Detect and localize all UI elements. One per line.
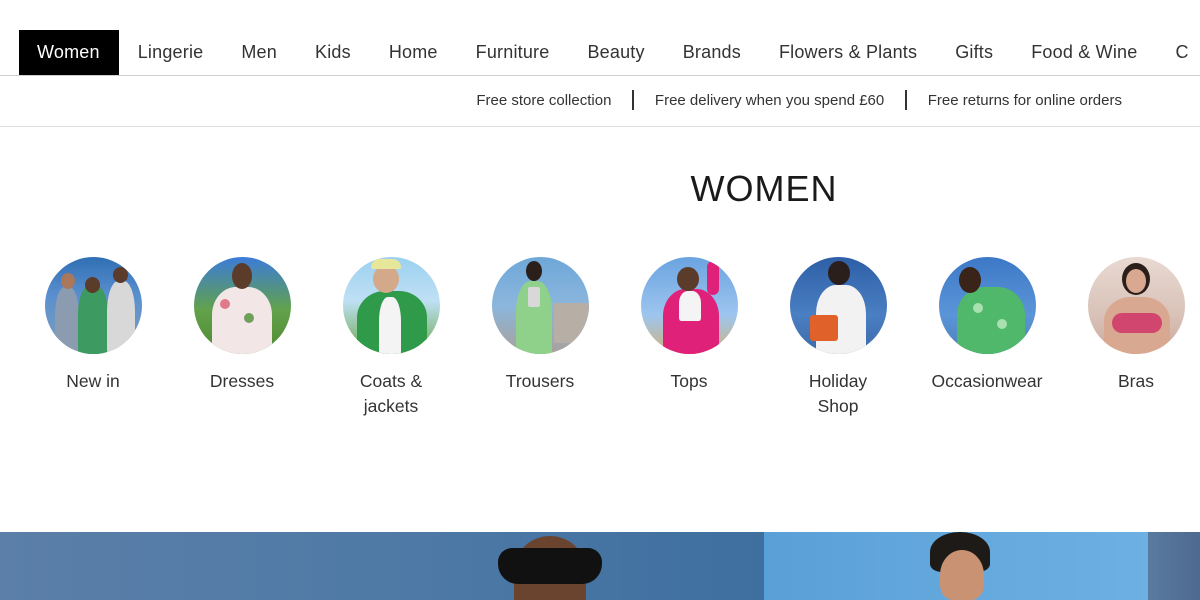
category-tops[interactable]: Tops (619, 257, 759, 394)
nav-item-lingerie[interactable]: Lingerie (119, 30, 223, 75)
category-bras[interactable]: Bras (1066, 257, 1200, 394)
category-label[interactable]: Dresses (172, 369, 312, 394)
nav-item-brands[interactable]: Brands (664, 30, 760, 75)
category-image[interactable] (640, 257, 738, 354)
category-new-in[interactable]: New in (23, 257, 163, 394)
banner-model-image (940, 550, 984, 600)
top-navigation: Women Lingerie Men Kids Home Furniture B… (0, 0, 1200, 76)
promo-strip: Free store collection Free delivery when… (0, 76, 1200, 127)
nav-item-gifts[interactable]: Gifts (936, 30, 1012, 75)
category-image[interactable] (789, 257, 887, 354)
nav-item-women[interactable]: Women (19, 30, 119, 75)
promo-divider (632, 90, 634, 110)
banner-panel-right[interactable] (1148, 532, 1200, 600)
category-label[interactable]: Bras (1066, 369, 1200, 394)
category-dresses[interactable]: Dresses (172, 257, 312, 394)
nav-item-food-wine[interactable]: Food & Wine (1012, 30, 1156, 75)
category-label[interactable]: Occasionwear (917, 369, 1057, 394)
hero-banner[interactable] (0, 532, 1200, 600)
category-image[interactable] (491, 257, 589, 354)
sunglasses-image (498, 548, 602, 584)
category-image[interactable] (44, 257, 142, 354)
nav-item-men[interactable]: Men (222, 30, 296, 75)
category-label[interactable]: Tops (619, 369, 759, 394)
nav-item-beauty[interactable]: Beauty (568, 30, 663, 75)
category-image[interactable] (938, 257, 1036, 354)
category-image[interactable] (1087, 257, 1185, 354)
category-image[interactable] (193, 257, 291, 354)
nav-item-home[interactable]: Home (370, 30, 457, 75)
category-coats-jackets[interactable]: Coats & jackets (321, 257, 461, 419)
nav-item-truncated[interactable]: C (1156, 30, 1200, 75)
nav-item-furniture[interactable]: Furniture (457, 30, 569, 75)
category-holiday-shop[interactable]: Holiday Shop (768, 257, 908, 419)
promo-free-returns: Free returns for online orders (927, 91, 1122, 109)
category-carousel: New in Dresses Coats &jackets Trousers (0, 257, 1200, 427)
promo-store-collection: Free store collection (476, 91, 612, 109)
nav-item-flowers-plants[interactable]: Flowers & Plants (760, 30, 936, 75)
promo-free-delivery: Free delivery when you spend £60 (654, 91, 885, 109)
category-image[interactable] (342, 257, 440, 354)
category-trousers[interactable]: Trousers (470, 257, 610, 394)
banner-panel-left[interactable] (0, 532, 764, 600)
category-label[interactable]: Coats & jackets (321, 369, 461, 419)
page-title: WOMEN (690, 168, 838, 209)
banner-panel-middle[interactable] (764, 532, 1148, 600)
promo-divider (905, 90, 907, 110)
nav-item-kids[interactable]: Kids (296, 30, 370, 75)
category-label[interactable]: New in (23, 369, 163, 394)
category-label[interactable]: Trousers (470, 369, 610, 394)
category-occasionwear[interactable]: Occasionwear (917, 257, 1057, 394)
nav-list: Women Lingerie Men Kids Home Furniture B… (19, 30, 1200, 75)
category-label[interactable]: Holiday Shop (768, 369, 908, 419)
